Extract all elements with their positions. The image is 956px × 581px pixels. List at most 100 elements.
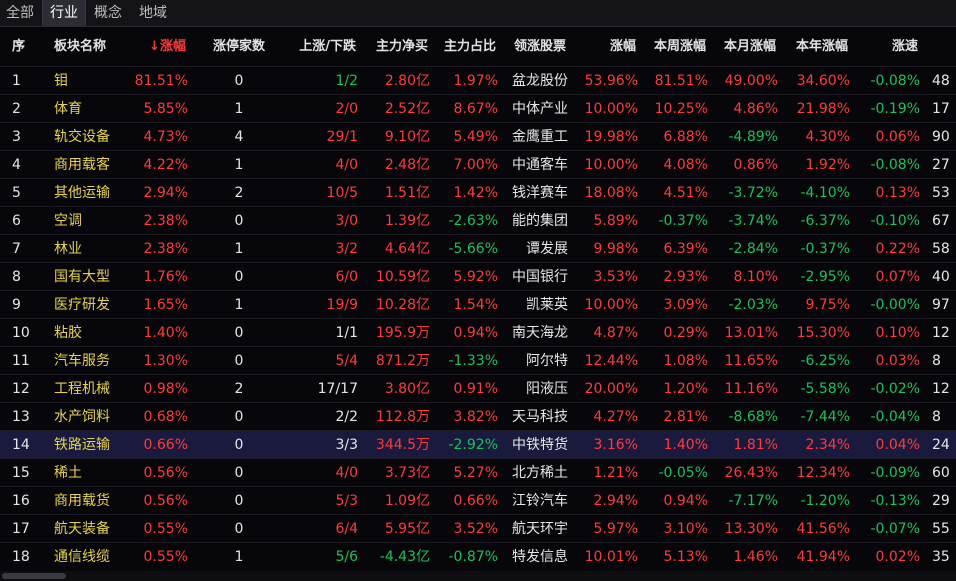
cell-leader[interactable]: 航天环宇 (502, 515, 570, 543)
tab-1[interactable]: 行业 (42, 0, 86, 26)
cell-week: -0.37% (658, 213, 708, 229)
cell-limit-up: 0 (234, 465, 244, 481)
cell-ratio: 3.52% (453, 521, 498, 537)
cell-name[interactable]: 航天装备 (46, 515, 126, 543)
table-row[interactable]: 2 体育 5.85% 1 2/0 2.52亿 8.67% 中体产业 10.00% 10.25% 4.… (0, 94, 956, 123)
cell-leader[interactable]: 能的集团 (502, 207, 570, 235)
cell-name[interactable]: 体育 (46, 95, 126, 123)
header-week[interactable]: 本周涨幅 (642, 28, 710, 66)
cell-name[interactable]: 工程机械 (46, 375, 126, 403)
header-year[interactable]: 本年涨幅 (782, 28, 852, 66)
cell-name[interactable]: 空调 (46, 207, 126, 235)
cell-idx: 15 (12, 465, 30, 481)
table-row[interactable]: 8 国有大型 1.76% 0 6/0 10.59亿 5.92% 中国银行 3.53% 2.93% 8… (0, 262, 956, 291)
cell-name[interactable]: 粘胶 (46, 319, 126, 347)
cell-name[interactable]: 国有大型 (46, 263, 126, 291)
cell-leader-pct: 1.21% (593, 465, 638, 481)
scrollbar-thumb[interactable] (2, 573, 66, 579)
header-leader[interactable]: 领涨股票 (502, 28, 570, 66)
cell-name[interactable]: 医疗研发 (46, 291, 126, 319)
cell-name[interactable]: 汽车服务 (46, 347, 126, 375)
header-net-buy[interactable]: 主力净买 (362, 28, 432, 66)
horizontal-scrollbar[interactable] (0, 571, 956, 581)
cell-updown: 5/4 (335, 353, 358, 369)
table-row[interactable]: 9 医疗研发 1.65% 1 19/9 10.28亿 1.54% 凯莱英 10.00% 3.09%… (0, 290, 956, 319)
cell-leader[interactable]: 盆龙股份 (502, 67, 570, 95)
cell-name[interactable]: 其他运输 (46, 179, 126, 207)
table-row[interactable]: 4 商用载客 4.22% 1 4/0 2.48亿 7.00% 中通客车 10.00% 4.08% 0… (0, 150, 956, 179)
cell-net-buy: 1.51亿 (384, 185, 430, 201)
header-idx[interactable]: 序 (0, 28, 44, 66)
cell-pct: 1.30% (143, 353, 188, 369)
cell-name[interactable]: 林业 (46, 235, 126, 263)
cell-name[interactable]: 稀土 (46, 459, 126, 487)
header-limit-up[interactable]: 涨停家数 (194, 28, 284, 66)
table-row[interactable]: 12 工程机械 0.98% 2 17/17 3.80亿 0.91% 阳液压 20.00% 1.20… (0, 374, 956, 403)
cell-net-buy: 195.9万 (375, 325, 430, 341)
cell-name[interactable]: 商用载货 (46, 487, 126, 515)
cell-leader-pct: 4.27% (593, 409, 638, 425)
cell-name[interactable]: 铁路运输 (46, 431, 126, 459)
cell-leader[interactable]: 中体产业 (502, 95, 570, 123)
tab-3[interactable]: 地域 (132, 0, 174, 26)
table-row[interactable]: 5 其他运输 2.94% 2 10/5 1.51亿 1.42% 钱洋赛车 18.08% 4.51%… (0, 178, 956, 207)
table-row[interactable]: 11 汽车服务 1.30% 0 5/4 871.2万 -1.33% 阿尔特 12.44% 1.08… (0, 346, 956, 375)
header-leader-pct[interactable]: 涨幅 (572, 28, 640, 66)
cell-speed: 0.06% (875, 129, 920, 145)
cell-name[interactable]: 水产饲料 (46, 403, 126, 431)
cell-idx: 7 (12, 241, 21, 257)
cell-leader[interactable]: 金鹰重工 (502, 123, 570, 151)
cell-leader[interactable]: 阿尔特 (502, 347, 570, 375)
header-pct[interactable]: ↓涨幅 (128, 28, 192, 66)
table-row[interactable]: 16 商用载货 0.56% 0 5/3 1.09亿 0.66% 江铃汽车 2.94% 0.94% -… (0, 486, 956, 515)
cell-year: -7.44% (800, 409, 850, 425)
table-row[interactable]: 18 通信线缆 0.55% 1 5/6 -4.43亿 -0.87% 特发信息 10.01% 5.1… (0, 542, 956, 571)
cell-name[interactable]: 钼 (46, 67, 126, 95)
cell-leader[interactable]: 天马科技 (502, 403, 570, 431)
table-row[interactable]: 17 航天装备 0.55% 0 6/4 5.95亿 3.52% 航天环宇 5.97% 3.10% 1… (0, 514, 956, 543)
cell-extra: 53 (932, 185, 950, 201)
header-speed[interactable]: 涨速 (854, 28, 922, 66)
header-name[interactable]: 板块名称 (46, 28, 126, 66)
table-row[interactable]: 6 空调 2.38% 0 3/0 1.39亿 -2.63% 能的集团 5.89% -0.37% -3… (0, 206, 956, 235)
table-row[interactable]: 14 铁路运输 0.66% 0 3/3 344.5万 -2.92% 中铁特货 3.16% 1.40… (0, 430, 956, 459)
cell-net-buy: 9.10亿 (384, 129, 430, 145)
cell-leader-pct: 10.01% (584, 549, 638, 565)
tab-0[interactable]: 全部 (0, 0, 40, 26)
table-row[interactable]: 15 稀土 0.56% 0 4/0 3.73亿 5.27% 北方稀土 1.21% -0.05% 26… (0, 458, 956, 487)
cell-leader[interactable]: 中通客车 (502, 151, 570, 179)
cell-extra: 55 (932, 521, 950, 537)
header-ratio[interactable]: 主力占比 (434, 28, 500, 66)
cell-leader[interactable]: 南天海龙 (502, 319, 570, 347)
table-row[interactable]: 3 轨交设备 4.73% 4 29/1 9.10亿 5.49% 金鹰重工 19.98% 6.88%… (0, 122, 956, 151)
cell-pct: 2.38% (143, 213, 188, 229)
cell-leader-pct: 10.00% (584, 157, 638, 173)
table-row[interactable]: 13 水产饲料 0.68% 0 2/2 112.8万 3.82% 天马科技 4.27% 2.81%… (0, 402, 956, 431)
cell-name[interactable]: 通信线缆 (46, 543, 126, 571)
cell-pct: 2.38% (143, 241, 188, 257)
cell-leader-pct: 4.87% (593, 325, 638, 341)
cell-leader[interactable]: 江铃汽车 (502, 487, 570, 515)
cell-speed: -0.09% (870, 465, 920, 481)
header-updown[interactable]: 上涨/下跌 (286, 28, 360, 66)
cell-year: -5.58% (800, 381, 850, 397)
cell-leader[interactable]: 特发信息 (502, 543, 570, 571)
cell-leader[interactable]: 谭发展 (502, 235, 570, 263)
table-row[interactable]: 7 林业 2.38% 1 3/2 4.64亿 -5.66% 谭发展 9.98% 6.39% -2.8… (0, 234, 956, 263)
cell-week: 1.40% (663, 437, 708, 453)
cell-leader[interactable]: 中国银行 (502, 263, 570, 291)
header-month[interactable]: 本月涨幅 (712, 28, 780, 66)
cell-leader[interactable]: 钱洋赛车 (502, 179, 570, 207)
tab-2[interactable]: 概念 (86, 0, 130, 26)
cell-leader[interactable]: 北方稀土 (502, 459, 570, 487)
table-row[interactable]: 1 钼 81.51% 0 1/2 2.80亿 1.97% 盆龙股份 53.96% 81.51% 49… (0, 66, 956, 95)
cell-leader[interactable]: 凯莱英 (502, 291, 570, 319)
cell-leader[interactable]: 阳液压 (502, 375, 570, 403)
table-row[interactable]: 10 粘胶 1.40% 0 1/1 195.9万 0.94% 南天海龙 4.87% 0.29% 13… (0, 318, 956, 347)
cell-name[interactable]: 轨交设备 (46, 123, 126, 151)
cell-net-buy: 871.2万 (375, 353, 430, 369)
cell-speed: -0.00% (870, 297, 920, 313)
cell-leader[interactable]: 中铁特货 (502, 431, 570, 459)
cell-name[interactable]: 商用载客 (46, 151, 126, 179)
cell-pct: 0.66% (143, 437, 188, 453)
